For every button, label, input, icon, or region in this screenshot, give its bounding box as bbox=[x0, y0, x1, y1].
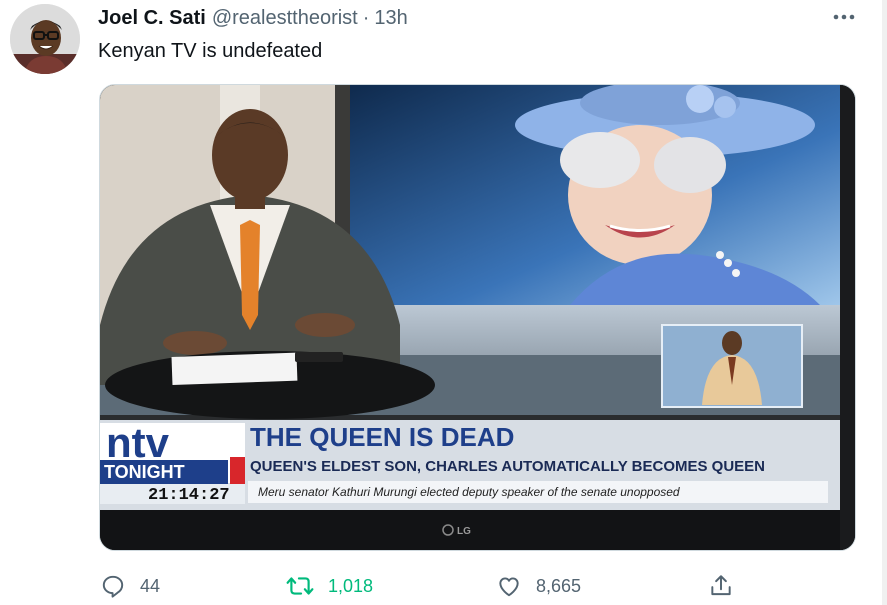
subheadline: QUEEN'S ELDEST SON, CHARLES AUTOMATICALL… bbox=[250, 458, 765, 475]
retweet-count: 1,018 bbox=[328, 575, 374, 596]
avatar[interactable] bbox=[10, 4, 80, 74]
retweet-icon bbox=[286, 577, 314, 595]
reply-button[interactable]: 44 bbox=[100, 568, 160, 604]
tweet-actions: 44 1,018 8,665 bbox=[100, 568, 740, 604]
heart-icon bbox=[499, 577, 519, 597]
retweet-button[interactable]: 1,018 bbox=[286, 568, 373, 604]
timestamp[interactable]: 13h bbox=[374, 7, 407, 30]
reply-count: 44 bbox=[140, 575, 161, 596]
tweet-media-image[interactable]: ntv TONIGHT 21:14:27 THE QUEEN IS DEAD Q… bbox=[99, 84, 856, 551]
ntv-logo-text: ntv bbox=[106, 419, 170, 466]
news-ticker: Meru senator Kathuri Murungi elected dep… bbox=[258, 485, 680, 499]
tweet-header: Joel C. Sati @realesttheorist · 13h bbox=[98, 7, 408, 31]
tv-screen-photo: ntv TONIGHT 21:14:27 THE QUEEN IS DEAD Q… bbox=[100, 85, 855, 550]
separator-dot: · bbox=[362, 7, 370, 29]
program-name: TONIGHT bbox=[104, 462, 185, 482]
broadcast-clock: 21:14:27 bbox=[148, 486, 230, 505]
scrollbar-track[interactable] bbox=[882, 0, 887, 605]
user-handle[interactable]: @realesttheorist bbox=[212, 7, 358, 30]
headline: THE QUEEN IS DEAD bbox=[250, 422, 514, 452]
share-icon bbox=[711, 575, 731, 596]
tweet-text: Kenyan TV is undefeated bbox=[98, 40, 323, 62]
tweet: Joel C. Sati @realesttheorist · 13h Keny… bbox=[0, 0, 887, 605]
more-icon bbox=[833, 14, 855, 20]
like-button[interactable]: 8,665 bbox=[496, 568, 581, 604]
share-button[interactable] bbox=[708, 568, 734, 604]
avatar-photo bbox=[10, 4, 80, 74]
reply-icon bbox=[102, 575, 124, 598]
like-count: 8,665 bbox=[536, 575, 582, 596]
tv-brand-logo: LG bbox=[457, 526, 471, 537]
more-options-button[interactable] bbox=[828, 4, 860, 30]
display-name[interactable]: Joel C. Sati bbox=[98, 7, 206, 30]
